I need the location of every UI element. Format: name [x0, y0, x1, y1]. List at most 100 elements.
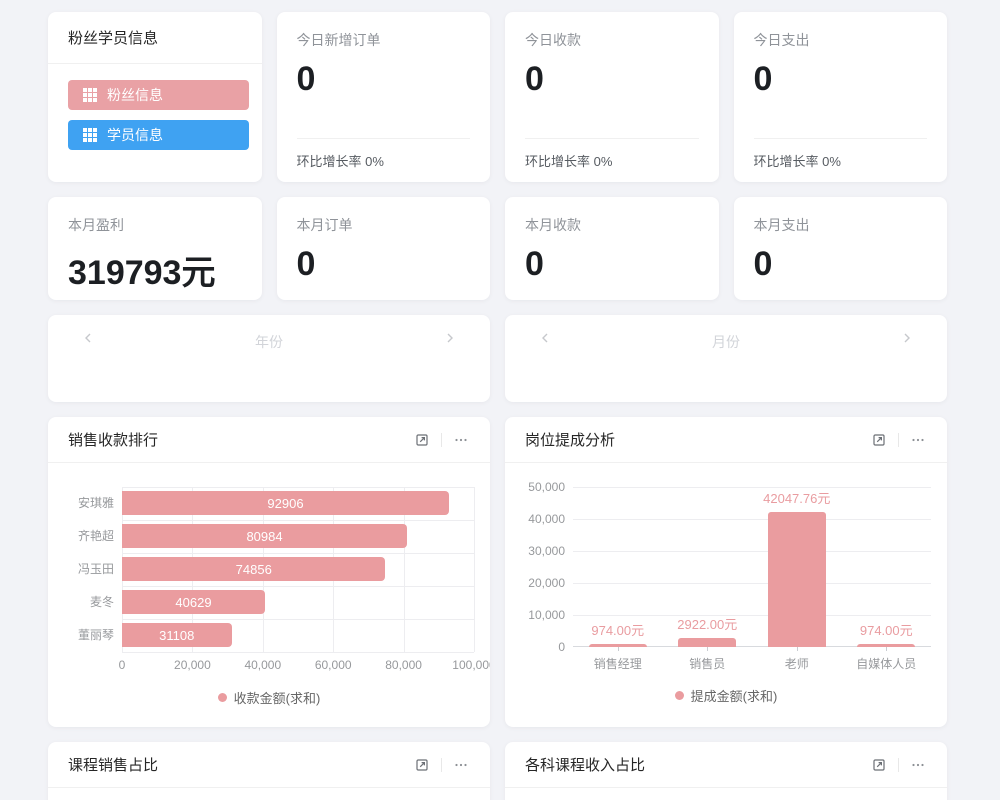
stat-value: 0: [297, 60, 471, 99]
icon-divider: [898, 433, 899, 447]
axis-tick: [707, 647, 708, 651]
stat-footer: 环比增长率 0%: [754, 138, 928, 182]
gridline: [122, 520, 474, 521]
more-icon[interactable]: [452, 431, 470, 449]
more-icon[interactable]: [909, 431, 927, 449]
stat-value: 0: [754, 60, 928, 99]
bar: [678, 638, 736, 647]
commission-analysis-card: 岗位提成分析 50,00040,00030,00020,00010,000097…: [505, 417, 947, 727]
sales-ranking-header: 销售收款排行: [48, 417, 490, 463]
sales-ranking-title: 销售收款排行: [68, 429, 158, 450]
icon-divider: [898, 758, 899, 772]
bar: 80984: [122, 524, 407, 548]
axis-tick: [618, 647, 619, 651]
stat-title: 今日支出: [754, 30, 928, 50]
stat-card-month-profit: 本月盈利 319793元: [48, 197, 262, 300]
stat-card-today-new-orders: 今日新增订单 0 环比增长率 0%: [277, 12, 491, 182]
category-label: 董丽琴: [64, 619, 114, 652]
commission-analysis-legend: 提成金额(求和): [521, 686, 931, 705]
stat-card-today-received: 今日收款 0 环比增长率 0%: [505, 12, 719, 182]
gridline: [122, 619, 474, 620]
x-tick-label: 20,000: [174, 658, 211, 672]
gridline: [122, 487, 474, 488]
legend-label: 收款金额(求和): [234, 688, 321, 707]
stat-title: 本月盈利: [68, 215, 242, 235]
fan-card-header: 粉丝学员信息: [48, 12, 262, 64]
expand-icon[interactable]: [413, 756, 431, 774]
fans-info-label: 粉丝信息: [107, 85, 163, 105]
y-tick-label: 20,000: [521, 576, 565, 590]
commission-analysis-title: 岗位提成分析: [525, 429, 615, 450]
category-label: 麦冬: [64, 586, 114, 619]
expand-icon[interactable]: [870, 431, 888, 449]
x-tick-label: 0: [119, 658, 126, 672]
commission-analysis-plot: 50,00040,00030,00020,00010,0000974.00元29…: [573, 487, 931, 647]
grid-icon: [81, 126, 99, 144]
gridline: [573, 519, 931, 520]
fan-card-body: 粉丝信息 学员信息: [48, 64, 262, 166]
fans-info-button[interactable]: 粉丝信息: [68, 80, 249, 110]
sales-ranking-x-axis: 020,00040,00060,00080,000100,000: [122, 652, 474, 674]
more-icon[interactable]: [452, 756, 470, 774]
sales-ranking-legend: 收款金额(求和): [64, 688, 474, 707]
gridline: [573, 615, 931, 616]
bar: 74856: [122, 557, 385, 581]
header-actions: [870, 431, 927, 449]
axis-tick: [886, 647, 887, 651]
stat-value: 0: [754, 245, 928, 284]
legend-dot: [218, 693, 227, 702]
bar-value-label: 80984: [246, 529, 282, 544]
stat-card-month-received: 本月收款 0: [505, 197, 719, 300]
month-carousel: 月份: [505, 315, 947, 402]
bar: 31108: [122, 623, 232, 647]
expand-icon[interactable]: [870, 756, 888, 774]
gridline: [573, 487, 931, 488]
year-carousel: 年份: [48, 315, 490, 402]
bar: 40629: [122, 590, 265, 614]
gridline: [122, 553, 474, 554]
bar-value-label: 74856: [236, 562, 272, 577]
expand-icon[interactable]: [413, 431, 431, 449]
dashboard-grid: 粉丝学员信息 粉丝信息 学员信息 今日新增订单 0: [0, 0, 1000, 800]
course-income-share-header: 各科课程收入占比: [505, 742, 947, 788]
stat-card-today-expense: 今日支出 0 环比增长率 0%: [734, 12, 948, 182]
stat-footer: 环比增长率 0%: [297, 138, 471, 182]
stat-title: 今日收款: [525, 30, 699, 50]
x-tick-label: 100,000: [452, 658, 490, 672]
students-info-button[interactable]: 学员信息: [68, 120, 249, 150]
commission-analysis-body: 50,00040,00030,00020,00010,0000974.00元29…: [505, 463, 947, 705]
x-tick-label: 40,000: [244, 658, 281, 672]
grid-icon: [81, 86, 99, 104]
stat-card-month-orders: 本月订单 0: [277, 197, 491, 300]
category-label: 安琪雅: [64, 487, 114, 520]
course-income-share-card: 各科课程收入占比: [505, 742, 947, 800]
gridline: [573, 583, 931, 584]
sales-ranking-body: 安琪雅92906齐艳超80984冯玉田74856麦冬40629董丽琴31108 …: [48, 463, 490, 707]
icon-divider: [441, 758, 442, 772]
stat-title: 本月支出: [754, 215, 928, 235]
dashboard-page: 粉丝学员信息 粉丝信息 学员信息 今日新增订单 0: [0, 0, 1000, 800]
legend-label: 提成金额(求和): [691, 686, 778, 705]
stat-value: 0: [525, 60, 699, 99]
header-actions: [413, 431, 470, 449]
carousel-label: 年份: [48, 332, 490, 352]
x-tick-label: 60,000: [315, 658, 352, 672]
y-tick-label: 40,000: [521, 512, 565, 526]
stat-value: 319793元: [68, 245, 242, 294]
header-actions: [870, 756, 927, 774]
fan-card-title: 粉丝学员信息: [68, 27, 158, 48]
course-sales-share-header: 课程销售占比: [48, 742, 490, 788]
more-icon[interactable]: [909, 756, 927, 774]
bar-value-label: 92906: [267, 496, 303, 511]
icon-divider: [441, 433, 442, 447]
bar: [768, 512, 826, 647]
chevron-right-icon[interactable]: [899, 330, 915, 346]
bar-value-label: 974.00元: [591, 620, 644, 639]
stat-title: 本月收款: [525, 215, 699, 235]
chevron-right-icon[interactable]: [442, 330, 458, 346]
category-label: 冯玉田: [64, 553, 114, 586]
x-tick-label: 80,000: [385, 658, 422, 672]
bar-value-label: 2922.00元: [677, 614, 737, 633]
course-income-share-title: 各科课程收入占比: [525, 754, 645, 775]
commission-analysis-header: 岗位提成分析: [505, 417, 947, 463]
